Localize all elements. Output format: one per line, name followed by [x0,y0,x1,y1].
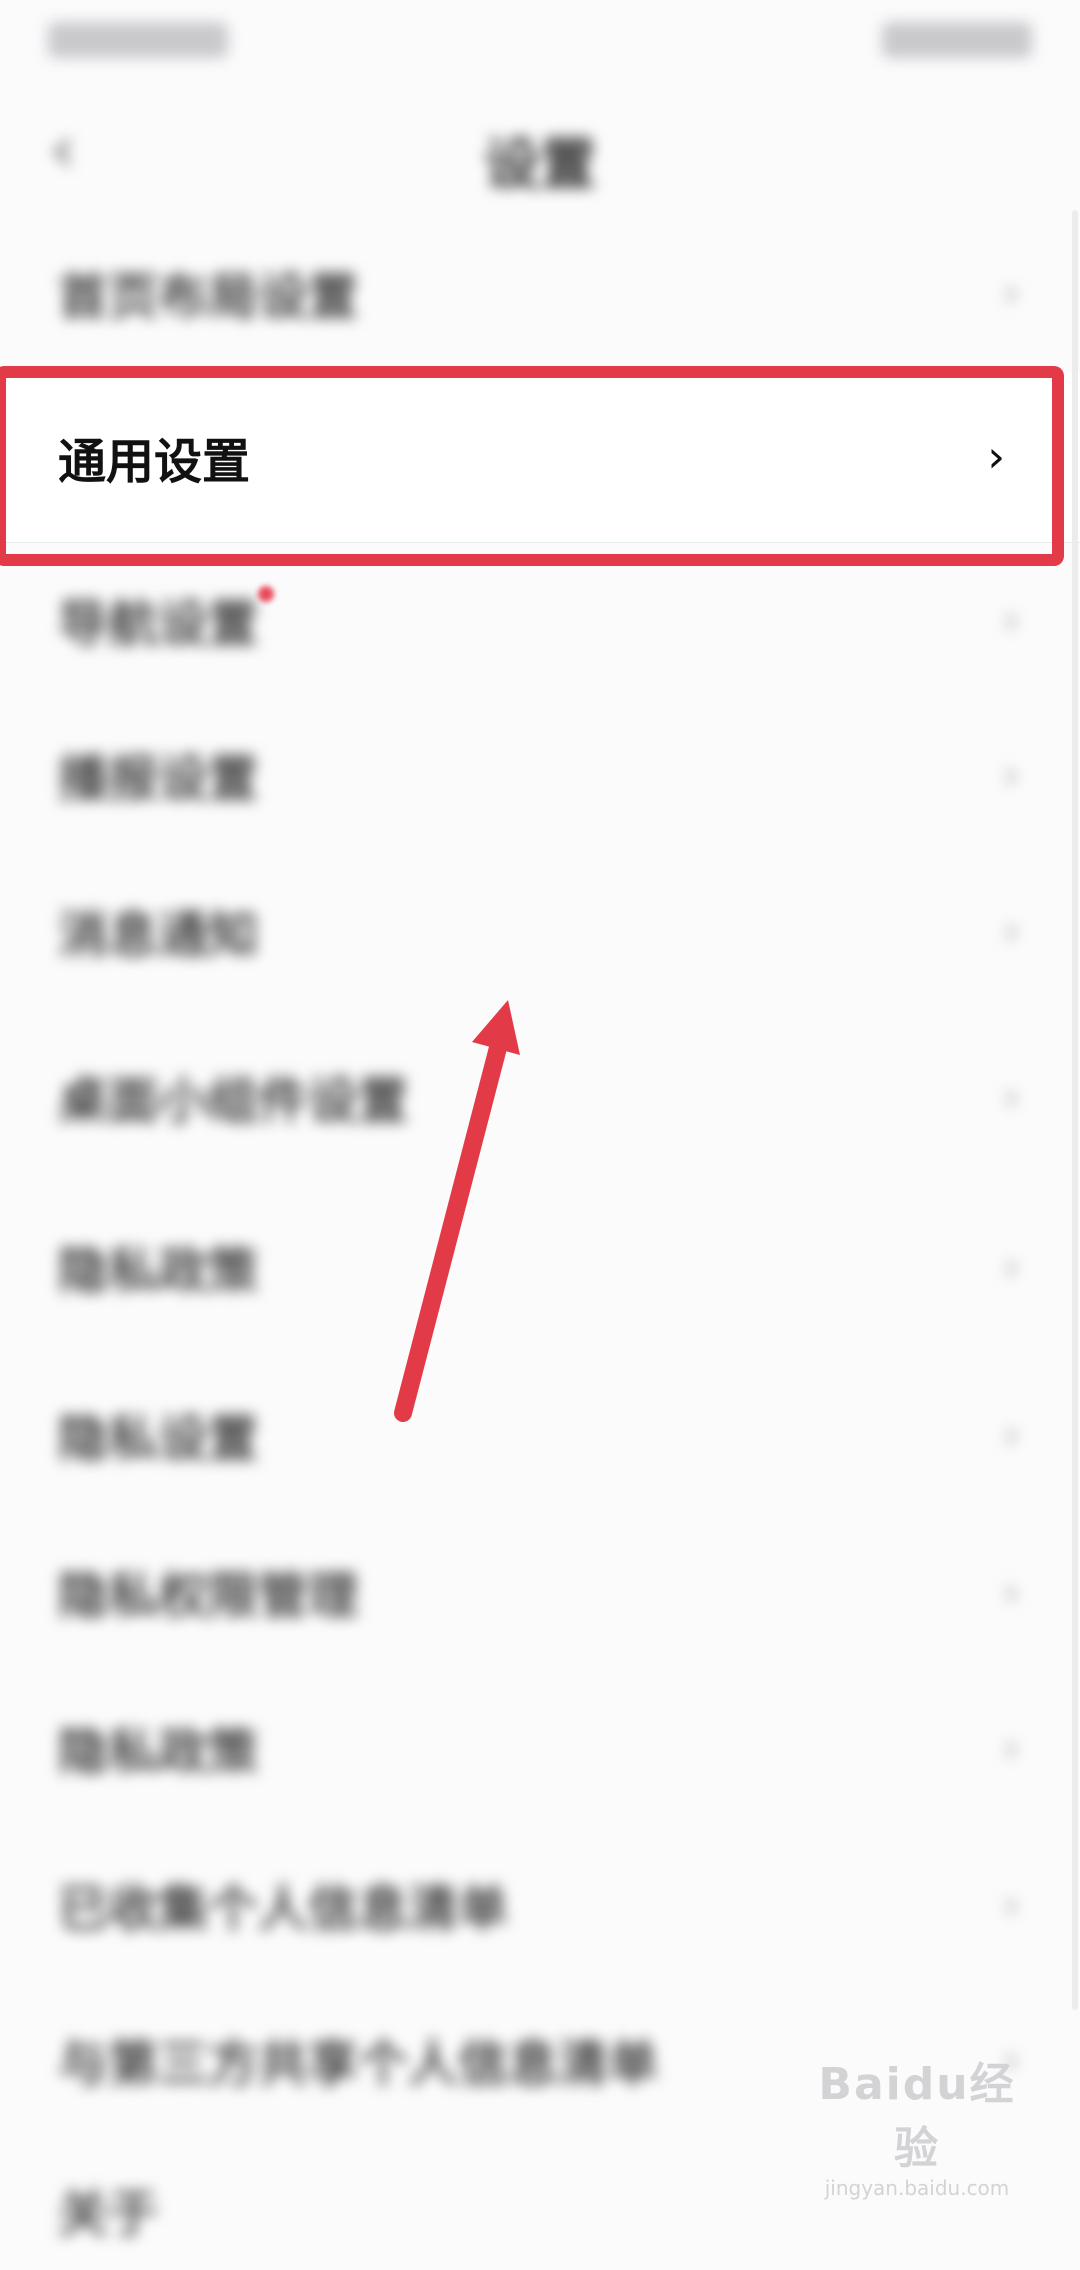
watermark-logo-text: Baidu经验 [818,2059,1016,2174]
arrow-shaft [394,1031,509,1422]
watermark-url: jingyan.baidu.com [824,2176,1010,2200]
pointer-arrow-icon [394,1000,520,1422]
watermark: Baidu经验 jingyan.baidu.com [802,2048,1032,2200]
arrow-head [472,1000,520,1055]
